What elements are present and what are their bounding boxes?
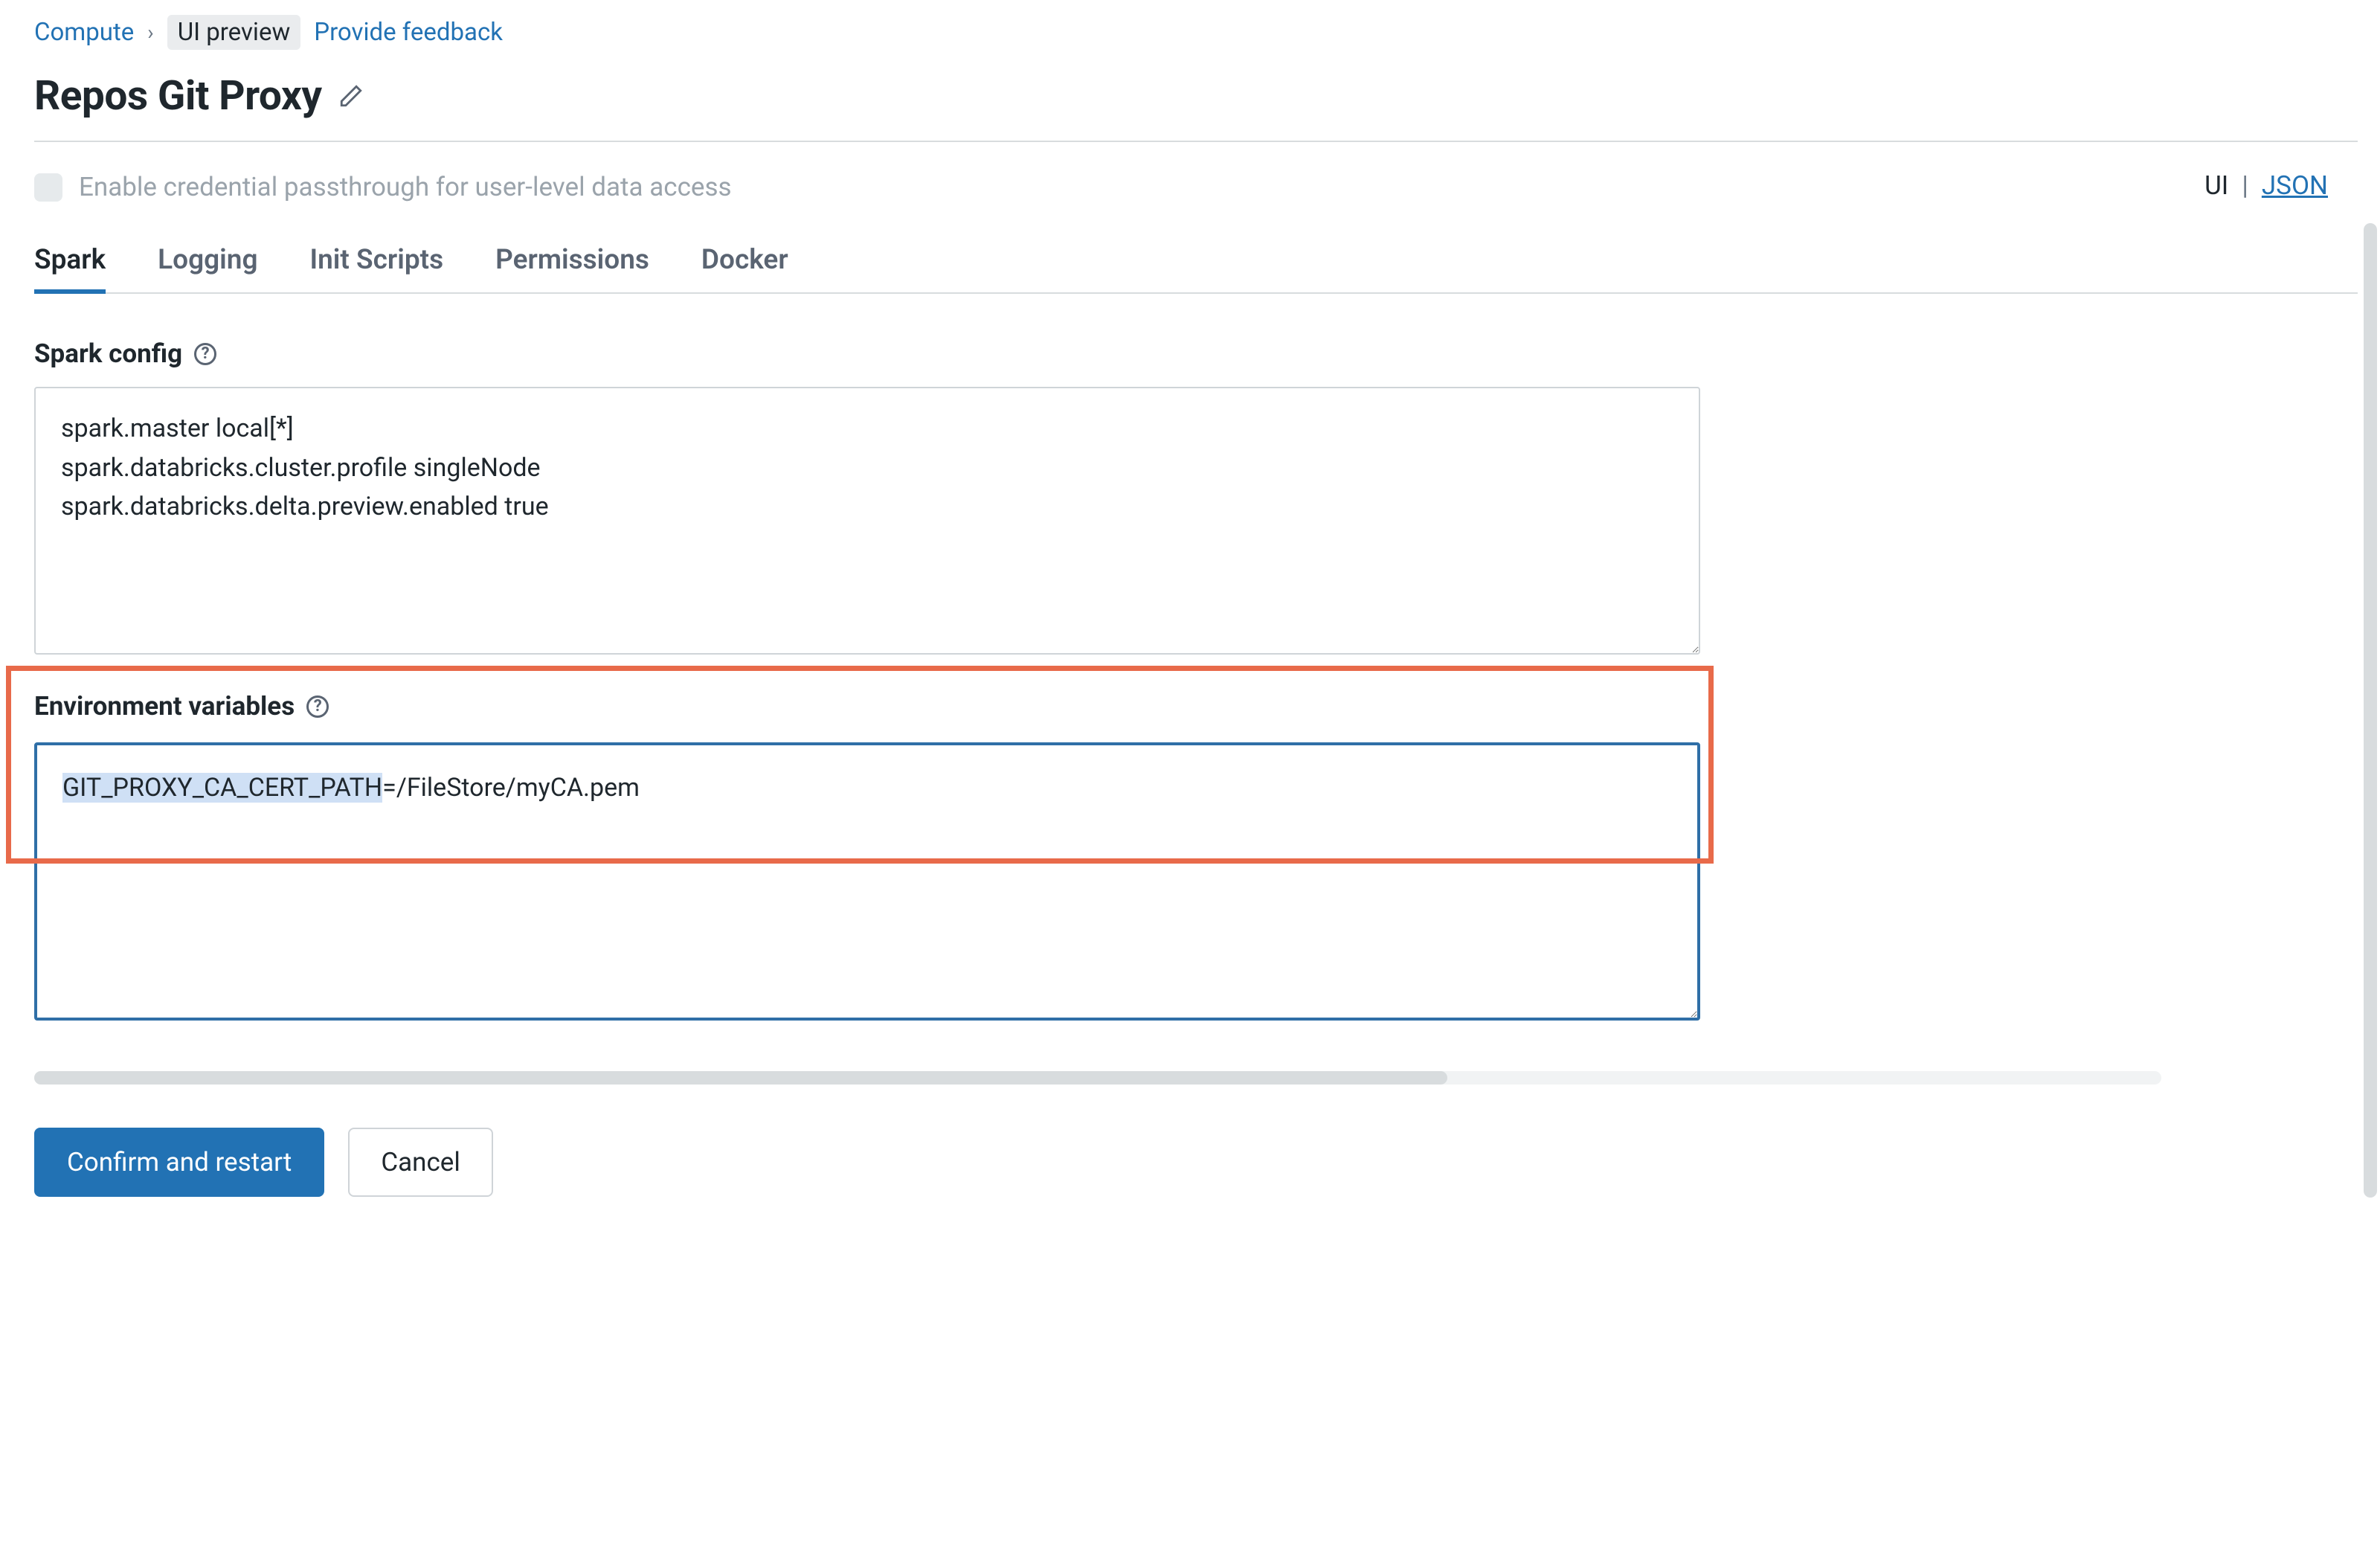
- horizontal-scrollbar[interactable]: [34, 1071, 2161, 1085]
- spark-config-textarea[interactable]: [34, 387, 1700, 655]
- env-variables-label: Environment variables ?: [34, 669, 1700, 722]
- passthrough-label: Enable credential passthrough for user-l…: [79, 172, 732, 202]
- tab-permissions[interactable]: Permissions: [495, 244, 649, 292]
- breadcrumb: Compute › UI preview Provide feedback: [34, 15, 2358, 50]
- scrollbar-thumb[interactable]: [34, 1071, 1447, 1085]
- chevron-right-icon: ›: [147, 20, 153, 45]
- tab-init-scripts[interactable]: Init Scripts: [310, 244, 444, 292]
- tab-docker[interactable]: Docker: [701, 244, 788, 292]
- cancel-button[interactable]: Cancel: [348, 1128, 493, 1197]
- view-mode-ui[interactable]: UI: [2204, 170, 2228, 201]
- config-tabs: Spark Logging Init Scripts Permissions D…: [34, 244, 2358, 294]
- footer-actions: Confirm and restart Cancel: [34, 1128, 2358, 1197]
- breadcrumb-current: UI preview: [167, 15, 301, 50]
- help-icon[interactable]: ?: [194, 343, 216, 365]
- spark-config-label: Spark config ?: [34, 338, 2358, 369]
- env-variables-textarea[interactable]: GIT_PROXY_CA_CERT_PATH=/FileStore/myCA.p…: [34, 742, 1700, 1021]
- view-mode-divider: |: [2242, 170, 2248, 201]
- view-mode-json[interactable]: JSON: [2262, 170, 2328, 201]
- tab-logging[interactable]: Logging: [158, 244, 257, 292]
- confirm-and-restart-button[interactable]: Confirm and restart: [34, 1128, 324, 1197]
- view-mode-toggle: UI | JSON: [2204, 170, 2328, 201]
- passthrough-checkbox: [34, 173, 62, 202]
- provide-feedback-link[interactable]: Provide feedback: [314, 18, 503, 47]
- vertical-scrollbar[interactable]: [2364, 223, 2377, 1198]
- pencil-icon[interactable]: [338, 83, 364, 109]
- page-title-row: Repos Git Proxy: [34, 72, 2358, 120]
- passthrough-toggle: Enable credential passthrough for user-l…: [34, 172, 732, 202]
- env-rest-text: =/FileStore/myCA.pem: [382, 773, 640, 803]
- env-selected-text: GIT_PROXY_CA_CERT_PATH: [62, 773, 382, 803]
- help-icon[interactable]: ?: [306, 695, 329, 718]
- tab-spark[interactable]: Spark: [34, 244, 106, 294]
- breadcrumb-root[interactable]: Compute: [34, 18, 134, 47]
- page-title: Repos Git Proxy: [34, 72, 322, 120]
